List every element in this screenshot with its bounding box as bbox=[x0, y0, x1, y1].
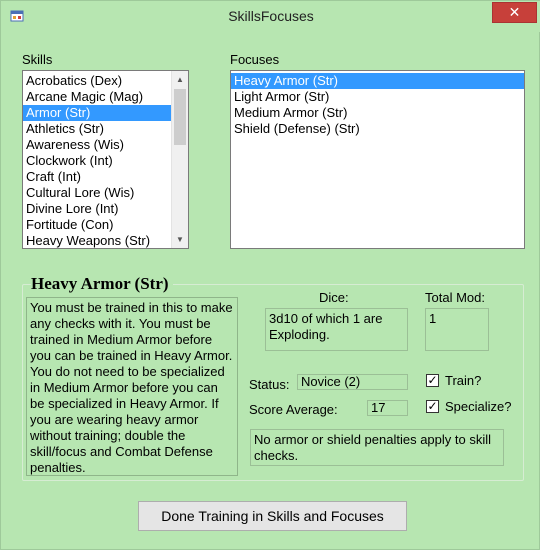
score-average-label: Score Average: bbox=[249, 402, 338, 417]
total-mod-value: 1 bbox=[425, 308, 489, 351]
focus-list-item[interactable]: Shield (Defense) (Str) bbox=[231, 121, 524, 137]
close-button[interactable]: ✕ bbox=[492, 2, 537, 23]
checkmark-icon: ✓ bbox=[427, 399, 438, 413]
focus-list-item[interactable]: Light Armor (Str) bbox=[231, 89, 524, 105]
skills-label: Skills bbox=[22, 52, 53, 67]
specialize-label[interactable]: Specialize? bbox=[445, 399, 512, 414]
checkmark-icon: ✓ bbox=[427, 373, 438, 387]
focuses-listbox[interactable]: Heavy Armor (Str) Light Armor (Str) Medium… bbox=[230, 70, 525, 249]
skill-list-item[interactable]: Divine Lore (Int) bbox=[23, 201, 188, 217]
skills-focuses-window: SkillsFocuses ✕ Skills Focuses Acrobatic… bbox=[0, 0, 540, 550]
skills-scrollbar[interactable]: ▲ ▼ bbox=[171, 71, 188, 248]
skill-list-item[interactable]: Armor (Str) bbox=[23, 105, 188, 121]
focuses-label: Focuses bbox=[230, 52, 280, 67]
train-label[interactable]: Train? bbox=[445, 373, 481, 388]
description-text: You must be trained in this to make any … bbox=[26, 297, 238, 476]
title-bar: SkillsFocuses ✕ bbox=[1, 1, 540, 32]
focus-list-item[interactable]: Medium Armor (Str) bbox=[231, 105, 524, 121]
skill-list-item[interactable]: Awareness (Wis) bbox=[23, 137, 188, 153]
skill-list-item[interactable]: Athletics (Str) bbox=[23, 121, 188, 137]
detail-title: Heavy Armor (Str) bbox=[31, 274, 173, 294]
skill-list-item[interactable]: Clockwork (Int) bbox=[23, 153, 188, 169]
status-value: Novice (2) bbox=[297, 374, 408, 390]
dice-value: 3d10 of which 1 are Exploding. bbox=[265, 308, 408, 351]
focus-list-item[interactable]: Heavy Armor (Str) bbox=[231, 73, 524, 89]
train-checkbox[interactable]: ✓ bbox=[426, 374, 439, 387]
skills-listbox[interactable]: Acrobatics (Dex) Arcane Magic (Mag) Armor … bbox=[22, 70, 189, 249]
total-mod-label: Total Mod: bbox=[425, 290, 485, 305]
skill-list-item[interactable]: Craft (Int) bbox=[23, 169, 188, 185]
skill-list-item[interactable]: Acrobatics (Dex) bbox=[23, 73, 188, 89]
scroll-down-icon[interactable]: ▼ bbox=[172, 231, 188, 248]
status-label: Status: bbox=[249, 377, 290, 392]
penalty-note: No armor or shield penalties apply to sk… bbox=[250, 429, 504, 466]
specialize-checkbox[interactable]: ✓ bbox=[426, 400, 439, 413]
skill-list-item[interactable]: Heavy Weapons (Str) bbox=[23, 233, 188, 248]
skill-list-item[interactable]: Fortitude (Con) bbox=[23, 217, 188, 233]
done-training-button[interactable]: Done Training in Skills and Focuses bbox=[138, 501, 407, 531]
scroll-up-icon[interactable]: ▲ bbox=[172, 71, 188, 88]
dice-label: Dice: bbox=[319, 290, 349, 305]
scroll-thumb[interactable] bbox=[174, 89, 186, 145]
window-title: SkillsFocuses bbox=[228, 8, 314, 24]
skill-list-item[interactable]: Cultural Lore (Wis) bbox=[23, 185, 188, 201]
skill-list-item[interactable]: Arcane Magic (Mag) bbox=[23, 89, 188, 105]
score-average-value: 17 bbox=[367, 400, 408, 416]
